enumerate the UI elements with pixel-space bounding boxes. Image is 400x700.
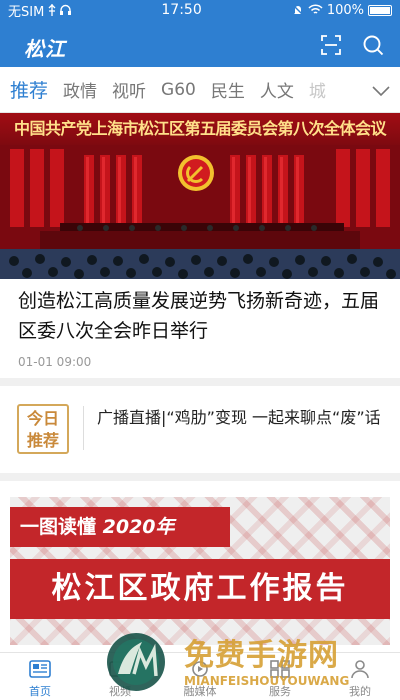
tab-livelihood[interactable]: 民生 bbox=[211, 77, 245, 102]
news-headline[interactable]: 创造松江高质量发展逆势飞扬新奇迹，五届区委八次全会昨日举行 bbox=[18, 286, 386, 346]
nav-media[interactable]: 融媒体 bbox=[160, 653, 240, 700]
bottom-nav: 首页 视频 融媒体 服务 我的 bbox=[0, 652, 400, 700]
tab-culture[interactable]: 人文 bbox=[260, 77, 294, 102]
chevron-down-icon[interactable] bbox=[370, 80, 392, 102]
tab-politics[interactable]: 政情 bbox=[63, 77, 97, 102]
profile-icon bbox=[351, 660, 369, 679]
headset-icon bbox=[60, 4, 72, 15]
nav-home-label: 首页 bbox=[29, 685, 51, 698]
media-icon bbox=[192, 661, 208, 677]
section-divider bbox=[0, 473, 400, 481]
status-time: 17:50 bbox=[161, 2, 202, 18]
wifi-icon bbox=[308, 4, 323, 14]
report-banner-image[interactable]: 一图读懂 2020年 松江区政府工作报告 bbox=[10, 497, 390, 645]
search-icon[interactable] bbox=[362, 34, 384, 56]
tab-g60[interactable]: G60 bbox=[161, 80, 196, 100]
report-banner-line-2: 松江区政府工作报告 bbox=[10, 559, 390, 619]
report-banner-line-1: 一图读懂 2020年 bbox=[10, 507, 230, 547]
badge-line-2: 推荐 bbox=[26, 431, 59, 450]
tab-audiovisual[interactable]: 视听 bbox=[112, 77, 146, 102]
scan-icon[interactable] bbox=[320, 34, 342, 56]
nav-profile-label: 我的 bbox=[349, 685, 371, 698]
news-icon bbox=[29, 660, 51, 678]
battery-percent: 100% bbox=[326, 2, 364, 18]
badge-separator bbox=[83, 406, 84, 450]
today-recommend-card[interactable]: 今日 推荐 广播直播|“鸡肋”变现 一起来聊点“废”话 bbox=[0, 386, 400, 473]
today-recommend-badge: 今日 推荐 bbox=[17, 404, 69, 454]
nav-video[interactable]: 视频 bbox=[80, 653, 160, 700]
nav-video-label: 视频 bbox=[109, 685, 131, 698]
service-icon bbox=[270, 660, 290, 678]
today-recommend-text[interactable]: 广播直播|“鸡肋”变现 一起来聊点“废”话 bbox=[97, 405, 387, 431]
status-bar: 无SIM 17:50 100% bbox=[0, 0, 400, 20]
bell-mute-icon bbox=[292, 4, 304, 16]
nav-profile[interactable]: 我的 bbox=[320, 653, 400, 700]
app-screen: 无SIM 17:50 100% 松江 推荐 政情 视听 G60 民生 人文 城 … bbox=[0, 0, 400, 700]
nav-service-label: 服务 bbox=[269, 685, 291, 698]
nav-service[interactable]: 服务 bbox=[240, 653, 320, 700]
tab-recommend[interactable]: 推荐 bbox=[10, 76, 48, 103]
title-bar: 松江 bbox=[0, 20, 400, 67]
app-header: 无SIM 17:50 100% 松江 bbox=[0, 0, 400, 67]
app-logo: 松江 bbox=[24, 37, 66, 61]
nav-media-label: 融媒体 bbox=[183, 685, 217, 698]
section-divider bbox=[0, 378, 400, 386]
news-timestamp: 01-01 09:00 bbox=[18, 355, 92, 369]
report-prefix: 一图读懂 bbox=[20, 516, 97, 538]
tab-city[interactable]: 城 bbox=[309, 77, 326, 102]
usb-icon bbox=[48, 4, 56, 16]
hero-image[interactable]: 中国共产党上海市松江区第五届委员会第八次全体会议 bbox=[0, 113, 400, 279]
video-icon bbox=[109, 661, 131, 677]
badge-line-1: 今日 bbox=[26, 409, 59, 428]
carrier-label: 无SIM bbox=[8, 4, 45, 20]
hero-banner-text: 中国共产党上海市松江区第五届委员会第八次全体会议 bbox=[0, 113, 400, 145]
channel-tabs: 推荐 政情 视听 G60 民生 人文 城 bbox=[0, 67, 400, 113]
conference-hall-image bbox=[0, 145, 400, 279]
report-year: 2020年 bbox=[102, 516, 175, 538]
battery-icon bbox=[368, 4, 392, 16]
nav-home[interactable]: 首页 bbox=[0, 653, 80, 700]
